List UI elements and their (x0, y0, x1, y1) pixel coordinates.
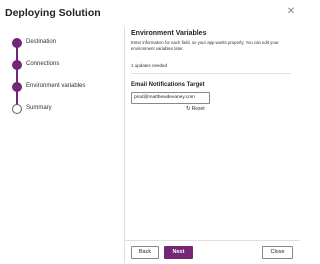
step-pending-icon (12, 104, 22, 114)
step-destination: Destination (12, 38, 122, 50)
step-label: Connections (26, 61, 60, 67)
step-connections: Connections (12, 60, 122, 72)
section-divider (131, 73, 291, 74)
reset-button[interactable]: ↻Reset (186, 106, 205, 112)
close-icon[interactable]: ✕ (286, 7, 296, 17)
step-label: Destination (26, 39, 57, 45)
step-environment-variables: Environment variables (12, 82, 122, 94)
reset-icon: ↻ (186, 106, 191, 112)
step-complete-icon (12, 60, 22, 70)
step-current-icon (12, 82, 22, 92)
close-button[interactable]: Close (262, 246, 293, 259)
step-complete-icon (12, 38, 22, 48)
step-summary: Summary (12, 104, 122, 116)
back-button[interactable]: Back (131, 246, 159, 259)
step-label: Summary (26, 105, 52, 111)
reset-label: Reset (191, 106, 205, 112)
step-list: Destination Connections Environment vari… (0, 0, 124, 264)
next-button[interactable]: Next (164, 246, 193, 259)
panel-description: Enter information for each field, so you… (131, 40, 279, 51)
vertical-divider (124, 27, 125, 263)
step-progress-line (16, 45, 18, 107)
updates-needed-text: 1 updates needed (131, 63, 168, 68)
step-label: Environment variables (26, 83, 86, 89)
email-notifications-target-label: Email Notifications Target (131, 82, 205, 88)
deploy-dialog: Deploying Solution ✕ Destination Connect… (0, 0, 300, 264)
footer-divider (125, 240, 300, 241)
panel-title: Environment Variables (131, 30, 207, 37)
email-notifications-target-input[interactable]: prod@matthewdevaney.com (131, 92, 210, 104)
